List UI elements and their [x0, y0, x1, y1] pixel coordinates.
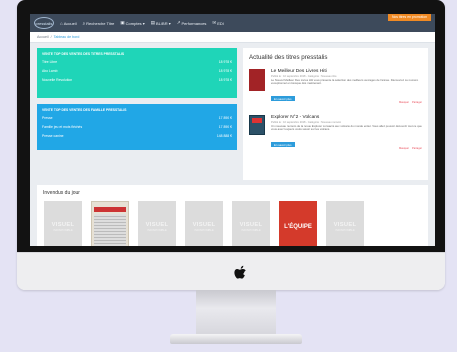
news-thumbnail[interactable] [249, 69, 265, 91]
visual-unavailable-placeholder[interactable]: VISUEL INDISPONIBLE [185, 201, 223, 246]
breadcrumb-current: Tableau de bord [53, 35, 80, 39]
hide-link[interactable]: Masquer [399, 101, 409, 104]
nav-bl-br[interactable]: ▤ BL/BR ▾ [151, 20, 171, 26]
newspaper-cover[interactable] [91, 201, 129, 246]
top-title-row[interactable]: Nouvelle Revolution 18 978 € [42, 78, 232, 82]
hide-link[interactable]: Masquer [399, 147, 409, 150]
nav-accueil[interactable]: ⌂ Accueil [60, 21, 77, 26]
product-card[interactable]: VISUELINDISPONIBLENos ateliers Provence1… [185, 201, 223, 246]
news-panel: Actualité des titres presstalis Le Meill… [243, 48, 428, 180]
news-item: Le Meilleur Des Livres Hiti Publié le : … [249, 69, 422, 105]
unsold-title: Invendus du jour [43, 190, 80, 196]
news-item-title[interactable]: Explorer N°2 - Volcans [271, 115, 422, 120]
apple-logo-icon [234, 265, 246, 279]
promo-button[interactable]: Nos titres en promotion [387, 14, 431, 21]
product-card[interactable]: VISUELINDISPONIBLEDéfi Libre Bingo Cas B… [138, 201, 176, 246]
top-navbar: presstalis ⌂ Accueil ⌕ Recherche Titre ▣ Co… [30, 14, 435, 32]
product-card[interactable]: L'ÉQUIPEL'Equipe18 octobre 2019 [279, 201, 317, 246]
read-more-button[interactable]: En savoir plus [271, 96, 295, 102]
breadcrumb-home[interactable]: Accueil [37, 35, 49, 39]
search-icon: ⌕ [82, 20, 86, 26]
unsold-today-panel: Invendus du jour VISUELINDISPONIBLECarré… [37, 185, 428, 246]
visual-unavailable-placeholder[interactable]: VISUEL INDISPONIBLE [232, 201, 270, 246]
product-card[interactable]: VISUELINDISPONIBLECarré de Rire18 octobr… [44, 201, 82, 246]
presstalis-logo[interactable]: presstalis [34, 17, 54, 29]
chart-icon: ↗ [176, 20, 181, 25]
news-title: Actualité des titres presstalis [249, 54, 328, 61]
visual-unavailable-placeholder[interactable]: VISUEL INDISPONIBLE [326, 201, 364, 246]
news-item: Explorer N°2 - Volcans Publié le : 10 se… [249, 114, 422, 151]
nav-recherche-titre[interactable]: ⌕ Recherche Titre [83, 21, 115, 26]
doc-icon: ▤ [150, 20, 156, 25]
visual-unavailable-placeholder[interactable]: VISUEL INDISPONIBLE [44, 201, 82, 246]
top-family-row[interactable]: Presse canine 148 888 € [42, 134, 232, 138]
news-thumbnail[interactable] [249, 114, 265, 135]
read-more-button[interactable]: En savoir plus [271, 142, 295, 148]
box-icon: ▣ [120, 20, 125, 25]
visual-unavailable-placeholder[interactable]: VISUEL INDISPONIBLE [138, 201, 176, 246]
magazine-cover[interactable]: L'ÉQUIPE [279, 201, 317, 246]
top-family-row[interactable]: Presse 17 890 € [42, 116, 232, 120]
nav-performances[interactable]: ↗ Performances [177, 20, 207, 26]
home-icon: ⌂ [60, 20, 63, 26]
mail-icon: ✉ [212, 20, 217, 25]
product-card[interactable]: VISUELINDISPONIBLELa Fontaine Belgique18… [232, 201, 270, 246]
breadcrumb: Accueil / Tableau de bord [30, 32, 435, 43]
monitor-stand-base [170, 334, 302, 344]
share-link[interactable]: Partager [412, 147, 422, 150]
nav-comptes[interactable]: ▣ Comptes ▾ [120, 20, 144, 26]
share-link[interactable]: Partager [412, 101, 422, 104]
monitor-chin [17, 252, 445, 290]
top-titles-panel: VENTE TOP DES VENTES DES TITRES PRESSTAL… [37, 48, 237, 98]
screen: presstalis ⌂ Accueil ⌕ Recherche Titre ▣ Co… [30, 14, 435, 246]
product-card[interactable]: Aujourd'hui En France18 octobre 2019 [91, 201, 129, 246]
monitor-stand-neck [196, 290, 276, 336]
product-card[interactable]: VISUELINDISPONIBLELibération18 octobre 2… [326, 201, 364, 246]
nav-edi[interactable]: ✉ EDI [212, 20, 223, 26]
news-item-title[interactable]: Le Meilleur Des Livres Hiti [271, 69, 422, 74]
top-families-panel: VENTE TOP DES VENTES DES FAMILLE PRESSTA… [37, 104, 237, 150]
cover-masthead: L'ÉQUIPE [284, 224, 312, 230]
top-title-row[interactable]: Titre Libre 18 978 € [42, 60, 232, 64]
top-family-row[interactable]: Famille jeu et mots fléchés 17 890 € [42, 125, 232, 129]
top-title-row[interactable]: Abo Lamb 18 978 € [42, 69, 232, 73]
